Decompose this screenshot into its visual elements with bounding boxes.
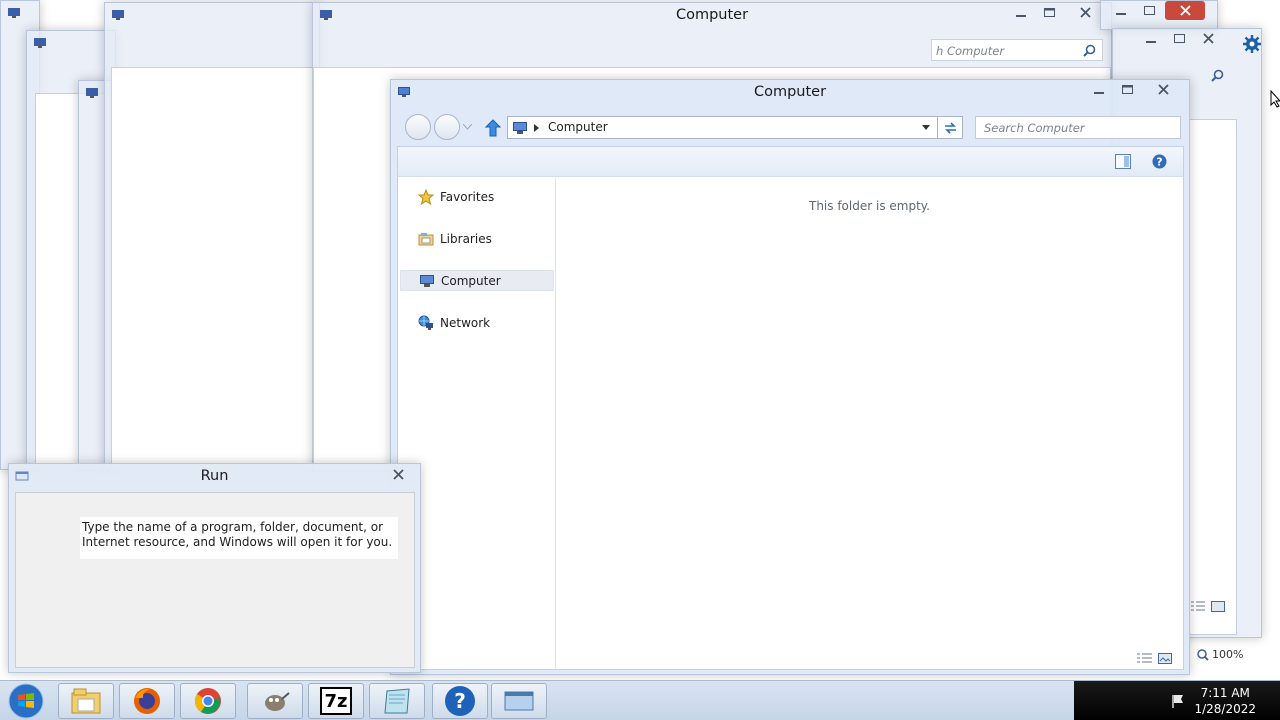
help-icon[interactable]: ? — [1152, 154, 1167, 169]
address-bar[interactable]: Computer — [507, 116, 961, 139]
notification-area: 7:11 AM 1/28/2022 — [1074, 681, 1280, 720]
recent-locations-chevron-icon[interactable] — [463, 124, 472, 130]
nav-item-favorites[interactable]: Favorites — [400, 186, 554, 207]
taskbar-gimp-button[interactable] — [247, 683, 303, 719]
computer-icon — [419, 273, 435, 289]
nav-item-label: Libraries — [440, 231, 492, 246]
taskbar-explorer-button[interactable] — [58, 683, 114, 719]
notepad-icon — [384, 688, 410, 714]
taskbar-help-button[interactable]: ? — [432, 683, 488, 719]
zoom-value: 100% — [1212, 648, 1244, 661]
computer-icon — [513, 122, 527, 134]
chrome-icon — [194, 688, 221, 714]
address-dropdown-icon[interactable] — [922, 125, 930, 130]
taskbar-window-button[interactable] — [491, 683, 547, 719]
computer-icon — [34, 38, 46, 48]
7zip-label: 7z — [324, 690, 348, 712]
help-icon: ? — [445, 686, 475, 716]
window-icon — [504, 691, 534, 711]
search-icon — [1083, 44, 1096, 57]
nav-item-network[interactable]: Network — [400, 312, 554, 333]
close-button[interactable] — [1195, 29, 1222, 48]
close-button[interactable] — [1165, 1, 1205, 20]
close-button[interactable] — [1143, 80, 1183, 99]
window-title: Computer — [675, 7, 749, 23]
run-dialog: Run Type the name of a program, folder, … — [8, 463, 421, 673]
star-icon — [418, 188, 434, 205]
large-icons-view-icon[interactable] — [1211, 601, 1225, 612]
mouse-cursor-icon — [1270, 90, 1280, 108]
window-title: Computer — [753, 84, 827, 100]
nav-item-label: Computer — [441, 273, 501, 288]
svg-text:?: ? — [1156, 156, 1162, 169]
navigation-pane: Favorites Libraries Computer Network — [398, 178, 556, 669]
refresh-icon — [945, 122, 956, 134]
taskbar: 7z ? 7:11 AM 1/28/2022 — [0, 680, 1280, 720]
windows-logo-icon — [8, 683, 44, 719]
large-icons-view-icon[interactable] — [1158, 653, 1172, 664]
7zip-icon: 7z — [320, 687, 352, 715]
clock-time: 7:11 AM — [1200, 686, 1250, 700]
minimize-button[interactable] — [1007, 3, 1034, 22]
details-view-icon[interactable] — [1191, 601, 1205, 612]
close-button[interactable] — [1065, 3, 1105, 22]
nav-item-label: Favorites — [440, 189, 495, 204]
navigation-bar: Computer Search Computer — [397, 112, 1183, 142]
taskbar-chrome-button[interactable] — [180, 683, 236, 719]
maximize-button[interactable] — [1036, 3, 1063, 22]
minimize-button[interactable] — [1137, 29, 1164, 48]
address-path: Computer — [548, 120, 608, 134]
run-instructions: Type the name of a program, folder, docu… — [80, 517, 398, 559]
taskbar-firefox-button[interactable] — [119, 683, 175, 719]
search-icon — [1211, 69, 1224, 82]
maximize-button[interactable] — [1136, 1, 1163, 20]
libraries-icon — [418, 231, 434, 247]
zoom-icon — [1197, 648, 1209, 661]
refresh-button[interactable] — [937, 116, 963, 139]
background-window-4 — [104, 2, 320, 471]
search-placeholder-partial: h Computer — [936, 44, 1005, 58]
details-view-icon[interactable] — [1137, 653, 1152, 664]
clock[interactable]: 7:11 AM 1/28/2022 — [1194, 685, 1256, 717]
back-button[interactable] — [405, 114, 431, 140]
breadcrumb-arrow-icon[interactable] — [534, 124, 539, 132]
up-arrow-icon[interactable] — [485, 119, 501, 137]
clock-date: 1/28/2022 — [1194, 702, 1256, 716]
search-input[interactable]: Search Computer — [975, 116, 1181, 139]
dialog-title: Run — [200, 468, 229, 484]
run-dialog-body: Type the name of a program, folder, docu… — [15, 492, 415, 668]
nav-item-libraries[interactable]: Libraries — [400, 228, 554, 249]
empty-folder-message: This folder is empty. — [809, 199, 930, 213]
explorer-content: ? Favorites Libraries Computer Network T… — [397, 146, 1184, 670]
zoom-level[interactable]: 100% — [1197, 648, 1243, 661]
preview-pane-icon[interactable] — [1115, 154, 1131, 169]
close-button[interactable] — [384, 465, 412, 484]
computer-icon — [8, 8, 20, 18]
background-window-6 — [1100, 0, 1218, 30]
computer-icon — [112, 10, 124, 20]
search-placeholder: Search Computer — [984, 121, 1085, 135]
forward-button[interactable] — [434, 114, 460, 140]
windows-explorer-icon — [71, 688, 101, 714]
firefox-icon — [134, 688, 160, 714]
settings-gear-icon[interactable] — [1243, 35, 1261, 53]
taskbar-notepad-button[interactable] — [369, 683, 425, 719]
computer-icon — [86, 88, 98, 98]
network-icon — [418, 315, 434, 331]
minimize-button[interactable] — [1085, 80, 1112, 99]
nav-item-computer[interactable]: Computer — [400, 270, 554, 291]
maximize-button[interactable] — [1114, 80, 1141, 99]
gimp-icon — [265, 692, 290, 711]
minimize-button[interactable] — [1107, 1, 1134, 20]
taskbar-7zip-button[interactable]: 7z — [308, 683, 364, 719]
explorer-window: Computer Computer Search Computer ? Favo… — [390, 79, 1190, 675]
command-bar: ? — [398, 147, 1183, 177]
action-center-flag-icon[interactable] — [1170, 693, 1186, 709]
start-button[interactable] — [4, 682, 48, 720]
nav-item-label: Network — [440, 315, 491, 330]
maximize-button[interactable] — [1166, 29, 1193, 48]
help-label: ? — [454, 689, 466, 713]
